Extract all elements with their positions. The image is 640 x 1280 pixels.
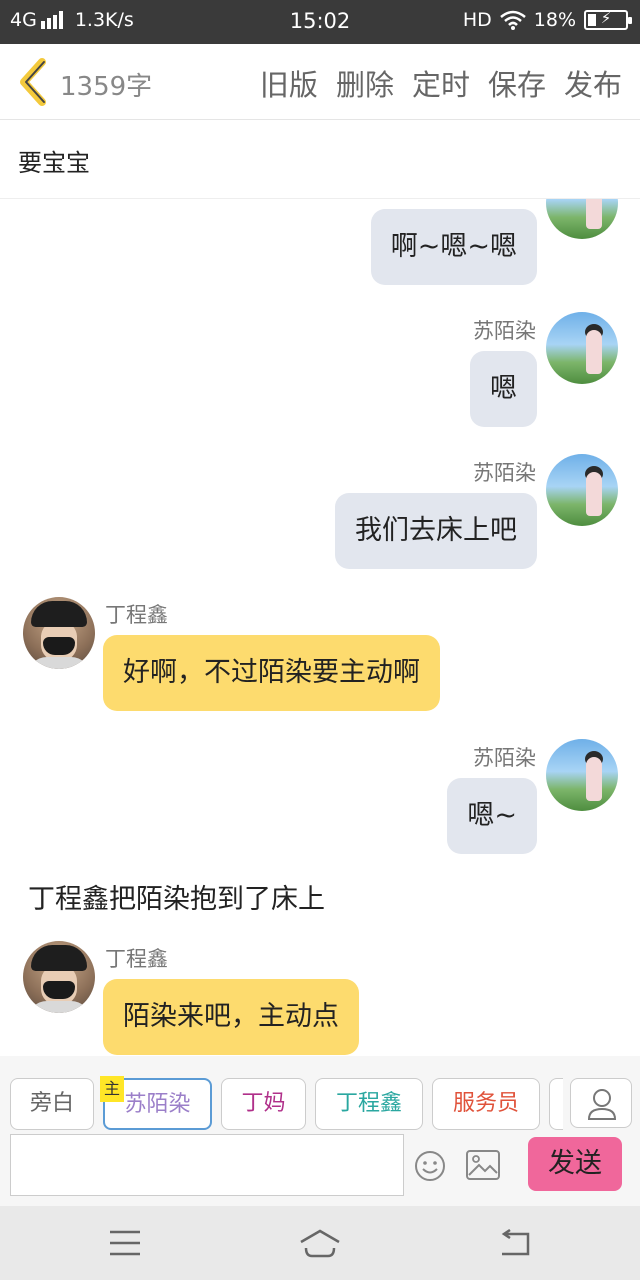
sender-name: 丁程鑫 xyxy=(105,603,168,627)
schedule-button[interactable]: 定时 xyxy=(412,62,470,104)
chevron-left-icon[interactable] xyxy=(16,58,52,106)
main-role-badge: 主 xyxy=(100,1076,124,1102)
avatar[interactable] xyxy=(546,454,618,526)
battery-icon: ⚡ xyxy=(584,9,632,30)
avatar[interactable] xyxy=(23,941,95,1013)
wifi-icon xyxy=(499,10,526,30)
avatar[interactable] xyxy=(546,312,618,384)
role-label: 服务员 xyxy=(452,1091,519,1116)
battery-percent: 18% xyxy=(533,9,576,31)
role-chip-ding-ma[interactable]: 丁妈 xyxy=(221,1078,306,1130)
role-label: 苏陌染 xyxy=(124,1092,191,1117)
message-bubble[interactable]: 好啊，不过陌染要主动啊 xyxy=(103,635,440,711)
sender-name: 丁程鑫 xyxy=(105,947,168,971)
sender-name: 苏陌染 xyxy=(473,746,536,770)
compose-panel: 旁白 主 苏陌染 丁妈 丁程鑫 服务员 发送 xyxy=(0,1056,640,1206)
hd-indicator: HD xyxy=(462,9,492,31)
message-bubble[interactable]: 嗯 xyxy=(470,351,537,427)
back-icon[interactable] xyxy=(498,1228,532,1258)
story-title-bar[interactable]: 要宝宝 xyxy=(0,121,640,199)
delete-button[interactable]: 删除 xyxy=(336,62,394,104)
chat-area[interactable]: 啊~嗯~嗯 苏陌染 嗯 苏陌染 我们去床上吧 丁程鑫 好啊，不过陌染要主动啊 苏… xyxy=(0,199,640,1056)
home-icon[interactable] xyxy=(298,1228,342,1260)
emoji-icon[interactable] xyxy=(414,1150,446,1182)
status-bar: 4G 1.3K/s 15:02 HD 18% ⚡ xyxy=(0,0,640,44)
sender-name: 苏陌染 xyxy=(473,319,536,343)
role-label: 丁妈 xyxy=(241,1091,286,1116)
word-count: 1359字 xyxy=(60,72,153,102)
menu-icon[interactable] xyxy=(108,1228,142,1258)
person-icon[interactable] xyxy=(570,1078,632,1128)
role-label: 旁白 xyxy=(29,1091,74,1116)
publish-button[interactable]: 发布 xyxy=(564,62,622,104)
role-chip-waiter[interactable]: 服务员 xyxy=(432,1078,540,1130)
sender-name: 苏陌染 xyxy=(473,461,536,485)
message-bubble[interactable]: 我们去床上吧 xyxy=(335,493,537,569)
old-version-button[interactable]: 旧版 xyxy=(260,62,318,104)
message-input[interactable] xyxy=(10,1134,404,1196)
role-chip-narrator[interactable]: 旁白 xyxy=(10,1078,94,1130)
message-bubble[interactable]: 陌染来吧，主动点 xyxy=(103,979,359,1055)
role-label: 丁程鑫 xyxy=(335,1091,402,1116)
story-title: 要宝宝 xyxy=(18,149,90,177)
narration-text[interactable]: 丁程鑫把陌染抱到了床上 xyxy=(28,877,325,916)
role-chip-partial[interactable] xyxy=(549,1078,563,1130)
avatar[interactable] xyxy=(546,739,618,811)
message-bubble[interactable]: 啊~嗯~嗯 xyxy=(370,209,537,285)
system-nav-bar xyxy=(0,1206,640,1280)
editor-toolbar: 1359字 旧版 删除 定时 保存 发布 xyxy=(0,44,640,120)
send-button[interactable]: 发送 xyxy=(528,1137,622,1191)
avatar[interactable] xyxy=(546,199,618,239)
message-bubble[interactable]: 嗯~ xyxy=(447,778,537,854)
image-icon[interactable] xyxy=(466,1150,500,1180)
role-chip-ding-chengxin[interactable]: 丁程鑫 xyxy=(315,1078,423,1130)
save-button[interactable]: 保存 xyxy=(488,62,546,104)
avatar[interactable] xyxy=(23,597,95,669)
